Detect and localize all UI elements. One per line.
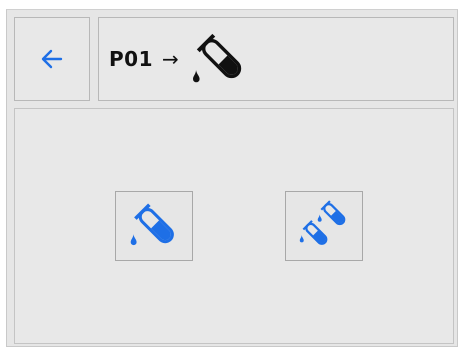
test-tube-pour-icon bbox=[192, 33, 241, 83]
content-panel bbox=[14, 108, 454, 344]
test-tubes-multiple-icon bbox=[299, 200, 346, 245]
page-title: P01 bbox=[109, 47, 153, 71]
arrow-left-icon bbox=[41, 49, 63, 69]
header: P01 → bbox=[14, 17, 454, 101]
title-arrow: → bbox=[162, 47, 179, 71]
test-tube-pour-icon bbox=[130, 203, 174, 246]
title-bar: P01 → bbox=[98, 17, 454, 101]
back-button[interactable] bbox=[14, 17, 90, 101]
multi-pour-button[interactable] bbox=[285, 191, 363, 261]
single-pour-button[interactable] bbox=[115, 191, 193, 261]
